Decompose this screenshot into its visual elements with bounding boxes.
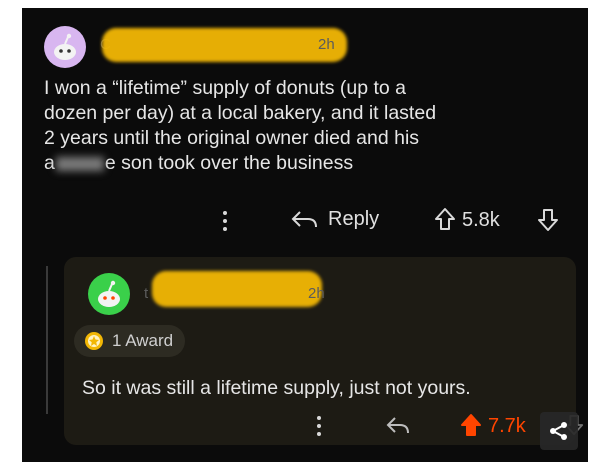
thread-line (46, 266, 48, 414)
reply-reply-button[interactable] (386, 415, 412, 437)
comment-line: 2 years until the original owner died an… (44, 127, 420, 149)
username-redaction (102, 28, 347, 62)
avatar-icon (54, 33, 76, 60)
more-options-icon (223, 211, 227, 231)
parent-avatar[interactable] (44, 26, 86, 68)
reply-comment-card: t 2h 1 Award So it was still a lifetime … (64, 257, 584, 445)
more-options-icon (317, 416, 321, 436)
share-icon (550, 422, 567, 440)
reply-arrow-icon (291, 210, 317, 227)
reply-more-options-button[interactable] (316, 415, 322, 437)
upvote-icon (435, 208, 455, 230)
reply-button[interactable]: Reply (290, 208, 379, 231)
parent-time: 2h (318, 36, 335, 53)
award-badge[interactable]: 1 Award (74, 325, 186, 357)
reply-arrow-icon (386, 417, 409, 434)
downvote-icon (538, 209, 558, 231)
avatar-icon (98, 280, 120, 307)
line-end: e son took over the business (104, 152, 354, 174)
award-label: 1 Award (112, 331, 174, 350)
reply-avatar[interactable] (88, 273, 130, 315)
comment-line: dozen per day) at a local bakery, and it… (44, 102, 437, 124)
parent-downvote-button[interactable] (537, 208, 559, 232)
reply-upvote-button[interactable] (460, 413, 482, 437)
reply-label: Reply (328, 208, 380, 230)
line-start: a (44, 152, 55, 174)
upvote-icon (461, 414, 481, 436)
parent-score: 5.8k (462, 209, 500, 231)
award-icon (85, 332, 103, 350)
app-screen: C 2h I won a “lifetime” supply of donuts… (22, 8, 588, 462)
parent-upvote-button[interactable] (434, 207, 456, 231)
reply-username[interactable]: t (144, 285, 148, 302)
more-options-button[interactable] (222, 210, 228, 232)
reply-time: 2h (308, 285, 325, 302)
comment-line: I won a “lifetime” supply of donuts (up … (44, 77, 407, 99)
comment-line: a e son took over the business (44, 151, 564, 176)
parent-comment-text: I won a “lifetime” supply of donuts (up … (44, 76, 564, 176)
share-button[interactable] (540, 412, 578, 450)
censored-word (55, 156, 104, 171)
reply-score: 7.7k (488, 415, 526, 437)
username-redaction (152, 271, 322, 307)
reply-comment-text: So it was still a lifetime supply, just … (82, 377, 471, 399)
